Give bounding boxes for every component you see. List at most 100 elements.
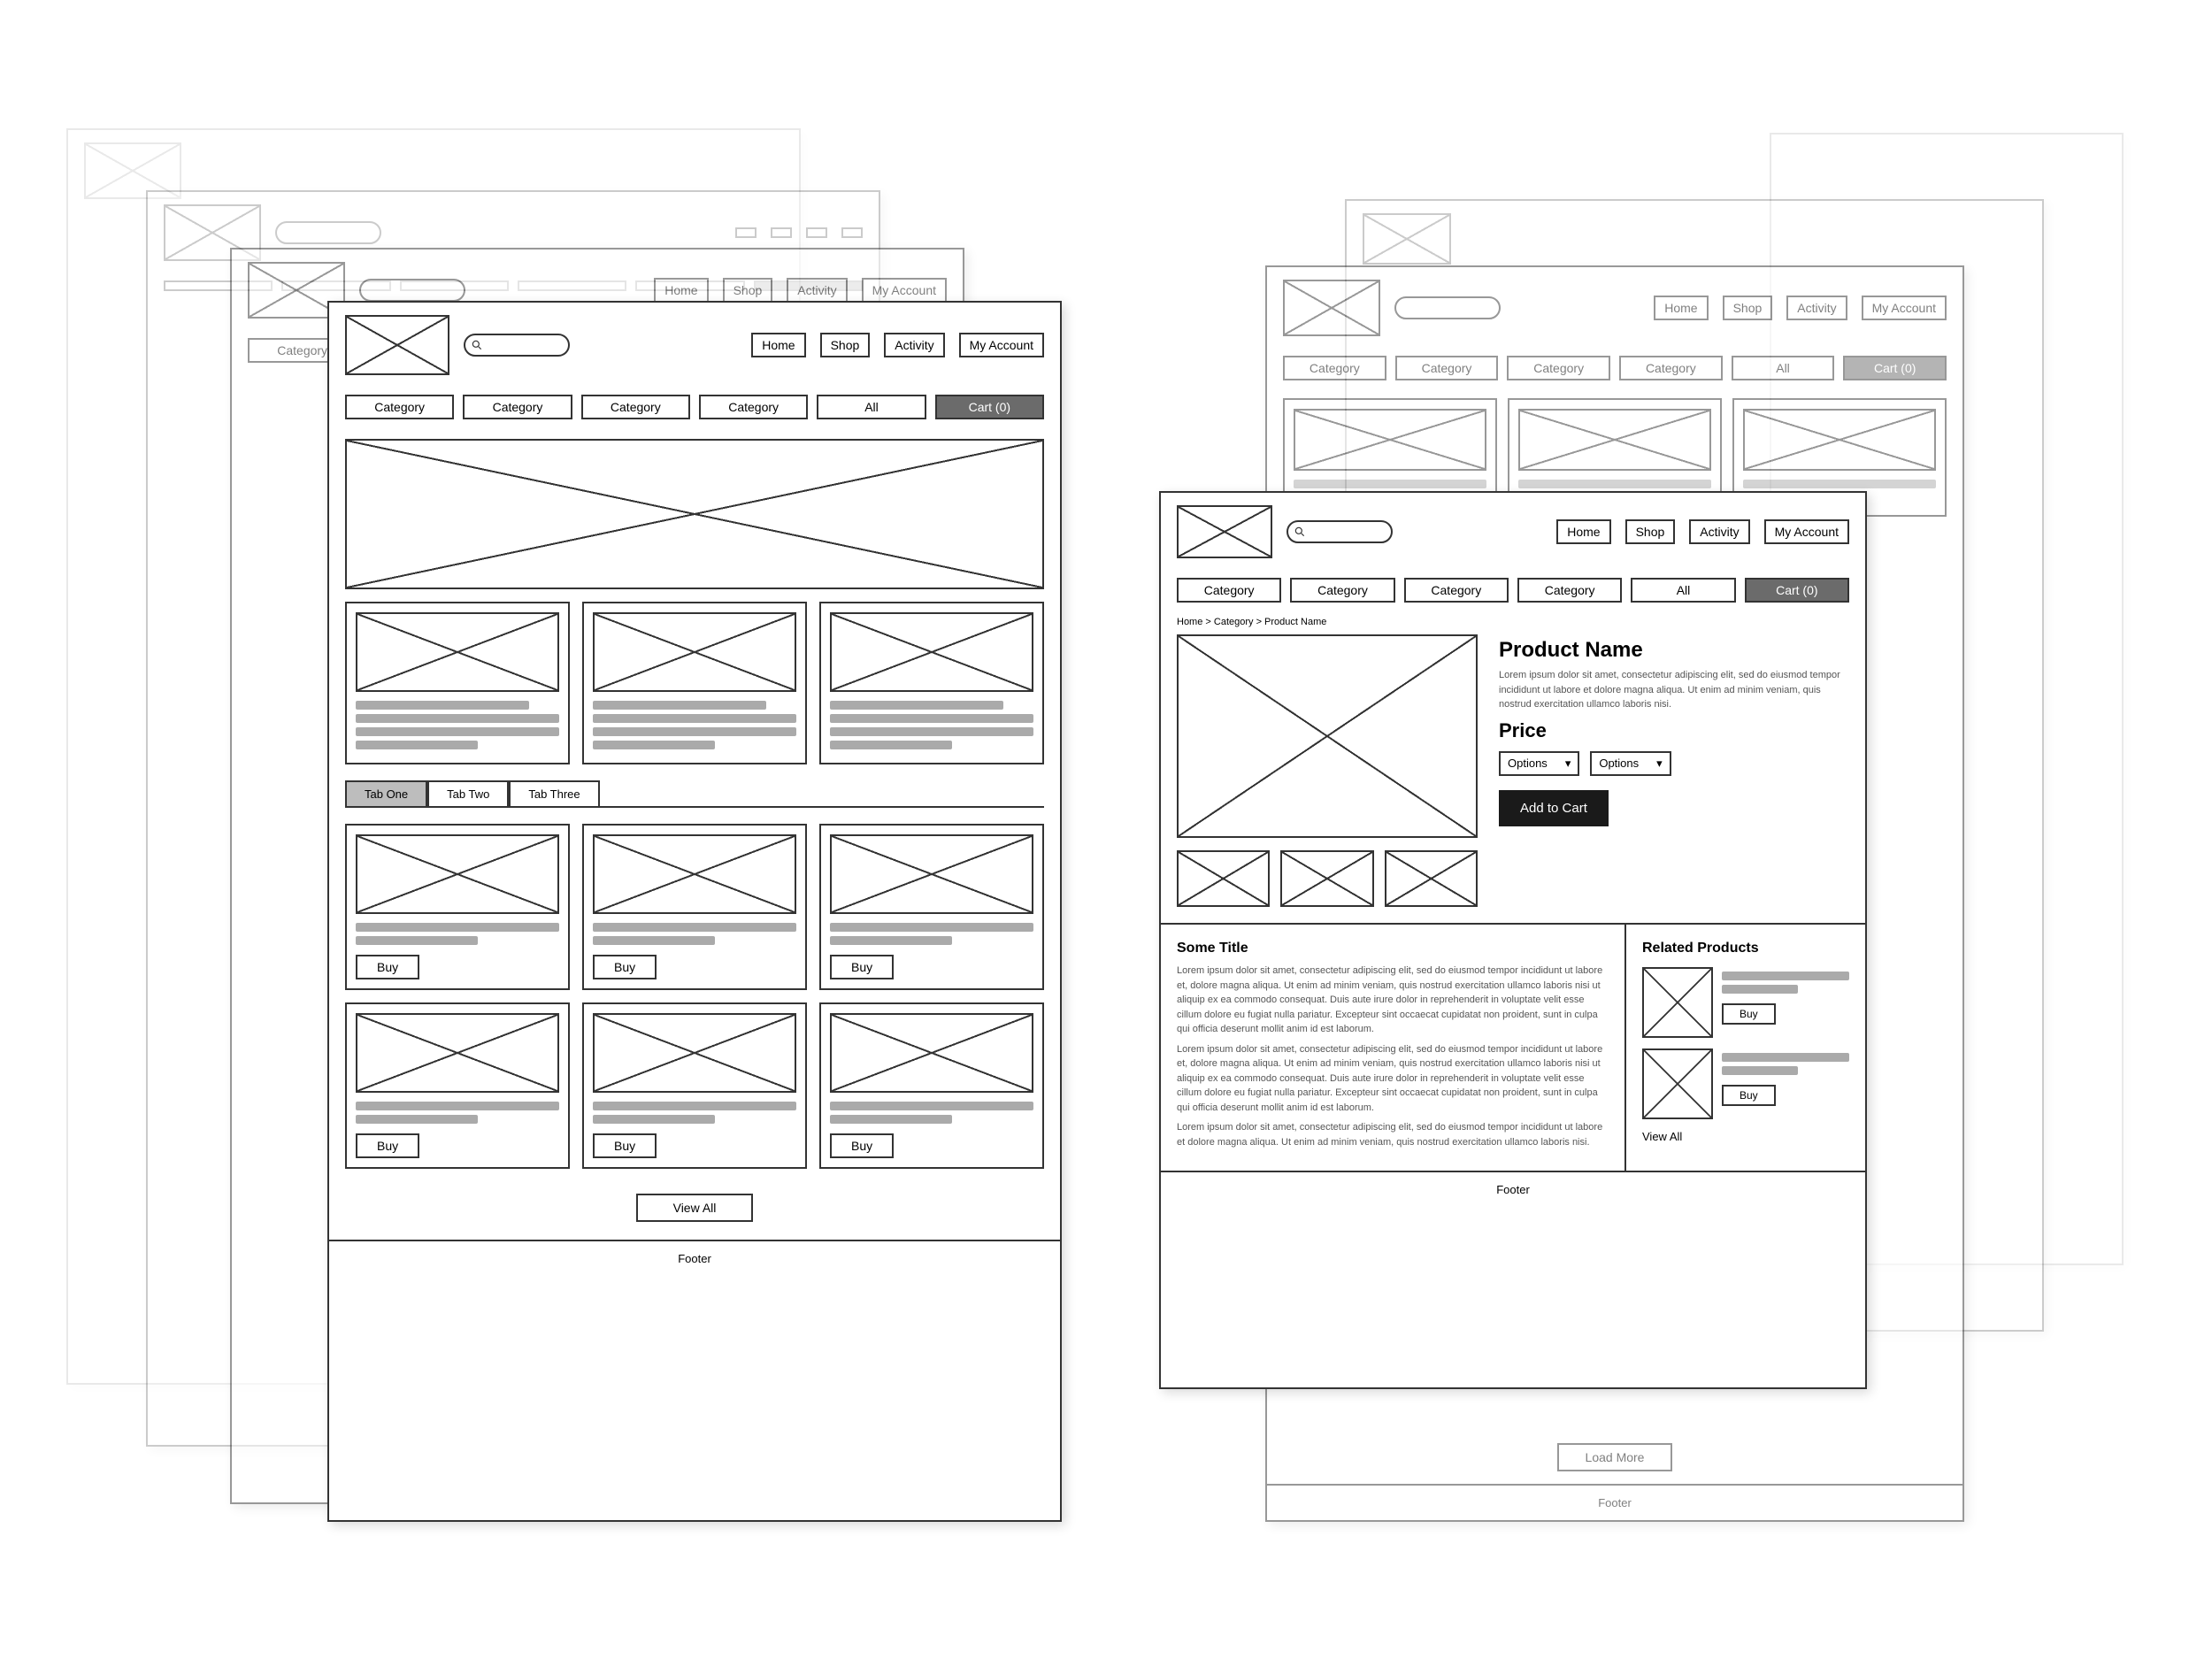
search-icon xyxy=(471,339,483,351)
related-image-placeholder xyxy=(1642,1048,1713,1119)
category-btn[interactable]: Category xyxy=(699,395,808,419)
header: Home Shop Activity My Account xyxy=(329,303,1060,388)
cart-btn[interactable]: Cart (0) xyxy=(935,395,1044,419)
nav-activity[interactable]: Activity xyxy=(884,333,944,357)
text-line xyxy=(1722,972,1849,980)
buy-button[interactable]: Buy xyxy=(1722,1085,1776,1106)
text-line xyxy=(593,701,766,710)
nav-shop[interactable]: Shop xyxy=(820,333,871,357)
search-input[interactable] xyxy=(275,221,381,244)
buy-button[interactable]: Buy xyxy=(356,1133,419,1158)
text-line xyxy=(593,1115,715,1124)
price-label: Price xyxy=(1499,719,1849,742)
category-btn[interactable]: Category xyxy=(345,395,454,419)
card-image-placeholder xyxy=(356,612,559,692)
logo-placeholder xyxy=(1177,505,1272,558)
logo-placeholder xyxy=(345,315,449,375)
product-thumb-placeholder[interactable] xyxy=(1280,850,1373,907)
nav-activity[interactable]: Activity xyxy=(1689,519,1749,544)
category-btn[interactable]: Category xyxy=(1404,578,1509,603)
view-all-link[interactable]: View All xyxy=(1642,1130,1849,1143)
buy-button[interactable]: Buy xyxy=(830,1133,894,1158)
search-input[interactable] xyxy=(464,334,570,357)
header: Home Shop Activity My Account xyxy=(1161,493,1865,571)
text-line xyxy=(830,701,1003,710)
breadcrumb[interactable]: Home > Category > Product Name xyxy=(1161,610,1865,634)
search-input[interactable] xyxy=(359,279,465,302)
text-line xyxy=(593,1102,796,1110)
category-btn[interactable]: Category xyxy=(581,395,690,419)
category-btn[interactable]: Category xyxy=(1517,578,1622,603)
tab-bar: Tab One Tab Two Tab Three xyxy=(345,780,1044,808)
nav-home[interactable]: Home xyxy=(751,333,805,357)
related-title: Related Products xyxy=(1642,941,1849,956)
add-to-cart-button[interactable]: Add to Cart xyxy=(1499,790,1609,826)
buy-button[interactable]: Buy xyxy=(593,955,657,979)
text-line xyxy=(593,714,796,723)
option-select[interactable]: Options xyxy=(1499,751,1579,776)
footer: Footer xyxy=(329,1240,1060,1276)
view-all-button[interactable]: View All xyxy=(636,1194,754,1222)
feature-card xyxy=(819,602,1044,764)
category-bar: Category Category Category Category All … xyxy=(329,388,1060,426)
text-line xyxy=(356,701,529,710)
product-image-placeholder xyxy=(593,1013,796,1093)
hero-image-placeholder xyxy=(345,439,1044,589)
text-line xyxy=(356,741,478,749)
nav-home[interactable]: Home xyxy=(1556,519,1610,544)
load-more-button[interactable]: Load More xyxy=(1557,1443,1673,1471)
product-thumb-placeholder[interactable] xyxy=(1385,850,1478,907)
footer: Footer xyxy=(1267,1484,1962,1520)
home-wireframe: Home Shop Activity My Account Category C… xyxy=(327,301,1062,1522)
product-thumb-placeholder[interactable] xyxy=(1177,850,1270,907)
footer: Footer xyxy=(1161,1171,1865,1207)
product-image-placeholder xyxy=(356,1013,559,1093)
tab-two[interactable]: Tab Two xyxy=(427,780,509,806)
buy-button[interactable]: Buy xyxy=(830,955,894,979)
nav-account[interactable]: My Account xyxy=(959,333,1044,357)
nav-shop[interactable]: Shop xyxy=(1625,519,1676,544)
product-wireframe: Home Shop Activity My Account Category C… xyxy=(1159,491,1867,1389)
category-btn[interactable]: Category xyxy=(1177,578,1281,603)
tab-three[interactable]: Tab Three xyxy=(509,780,599,806)
text-line xyxy=(1722,1066,1798,1075)
product-image-placeholder xyxy=(830,1013,1033,1093)
buy-button[interactable]: Buy xyxy=(593,1133,657,1158)
section-title: Some Title xyxy=(1177,941,1609,956)
product-card: Buy xyxy=(582,1002,807,1169)
cart-btn[interactable]: Cart (0) xyxy=(1745,578,1849,603)
text-line xyxy=(830,1102,1033,1110)
product-main-image-placeholder xyxy=(1177,634,1478,838)
text-line xyxy=(593,741,715,749)
nav-account[interactable]: My Account xyxy=(1764,519,1849,544)
category-all-btn[interactable]: All xyxy=(1631,578,1735,603)
body-paragraph: Lorem ipsum dolor sit amet, consectetur … xyxy=(1177,1120,1609,1149)
body-paragraph: Lorem ipsum dolor sit amet, consectetur … xyxy=(1177,1042,1609,1116)
text-line xyxy=(356,936,478,945)
text-line xyxy=(830,741,952,749)
category-bar: Category Category Category Category All … xyxy=(1161,571,1865,610)
buy-button[interactable]: Buy xyxy=(356,955,419,979)
category-btn[interactable]: Category xyxy=(1290,578,1394,603)
card-image-placeholder xyxy=(593,612,796,692)
text-line xyxy=(356,714,559,723)
text-line xyxy=(1722,1053,1849,1062)
text-line xyxy=(356,727,559,736)
body-paragraph: Lorem ipsum dolor sit amet, consectetur … xyxy=(1177,964,1609,1037)
buy-button[interactable]: Buy xyxy=(1722,1003,1776,1025)
text-line xyxy=(830,923,1033,932)
search-input[interactable] xyxy=(1286,520,1393,543)
search-input[interactable] xyxy=(1394,296,1501,319)
text-line xyxy=(593,923,796,932)
product-card: Buy xyxy=(345,1002,570,1169)
category-all-btn[interactable]: All xyxy=(817,395,926,419)
text-line xyxy=(830,714,1033,723)
text-line xyxy=(1722,985,1798,994)
product-image-placeholder xyxy=(830,834,1033,914)
product-image-placeholder xyxy=(593,834,796,914)
text-line xyxy=(593,936,715,945)
tab-one[interactable]: Tab One xyxy=(345,780,427,806)
category-btn[interactable]: Category xyxy=(463,395,572,419)
option-select[interactable]: Options xyxy=(1590,751,1671,776)
search-icon xyxy=(1294,526,1306,538)
